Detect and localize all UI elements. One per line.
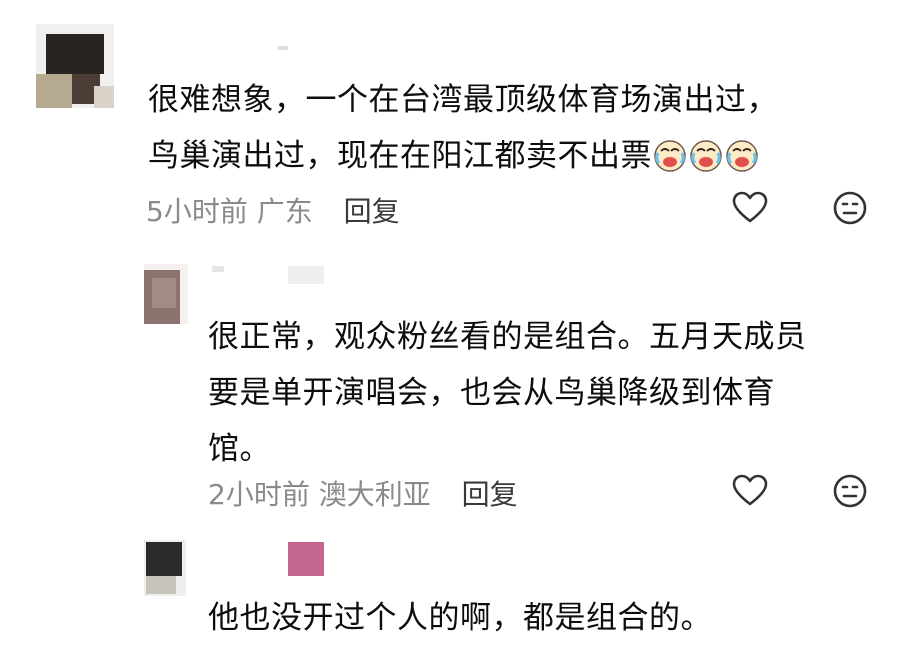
comment-text: 很难想象，一个在台湾最顶级体育场演出过， 鸟巢演出过，现在在阳江都卖不出票 [148,72,778,184]
comment-line: 他也没开过个人的啊，都是组合的。 [208,600,712,636]
comment-meta: 5小时前 广东 回复 [146,190,400,230]
comment-meta: 2小时前 澳大利亚 回复 [208,473,518,513]
comment-line: 鸟巢演出过，现在在阳江都卖不出票 [148,138,652,174]
crying-laughing-emoji-icon [724,138,760,174]
username-blurred[interactable] [288,266,324,284]
avatar[interactable] [144,264,188,324]
comment-line: 要是单开演唱会，也会从鸟巢降级到体育 [208,375,775,411]
location: 广东 [256,195,313,228]
comment-text: 很正常，观众粉丝看的是组合。五月天成员 要是单开演唱会，也会从鸟巢降级到体育 馆… [208,309,807,477]
avatar[interactable] [144,540,186,596]
reply-button[interactable]: 回复 [344,195,400,228]
crying-laughing-emoji-icon [652,138,688,174]
crying-laughing-emoji-icon [688,138,724,174]
emoji-face-icon[interactable] [832,190,868,226]
avatar[interactable] [36,24,114,108]
location: 澳大利亚 [318,478,431,511]
timestamp: 2小时前 [208,478,310,511]
timestamp: 5小时前 [146,195,248,228]
reply-button[interactable]: 回复 [462,478,518,511]
comment-line: 馆。 [208,431,271,467]
heart-outline-icon[interactable] [732,190,768,226]
comment-line: 很正常，观众粉丝看的是组合。五月天成员 [208,319,807,355]
username-blurred[interactable] [212,266,224,272]
comment-text: 他也没开过个人的啊，都是组合的。 [208,590,712,646]
username-blurred[interactable] [288,542,324,576]
comment-line: 很难想象，一个在台湾最顶级体育场演出过， [148,82,778,118]
username-blurred[interactable] [278,46,288,50]
heart-outline-icon[interactable] [732,473,768,509]
emoji-face-icon[interactable] [832,473,868,509]
